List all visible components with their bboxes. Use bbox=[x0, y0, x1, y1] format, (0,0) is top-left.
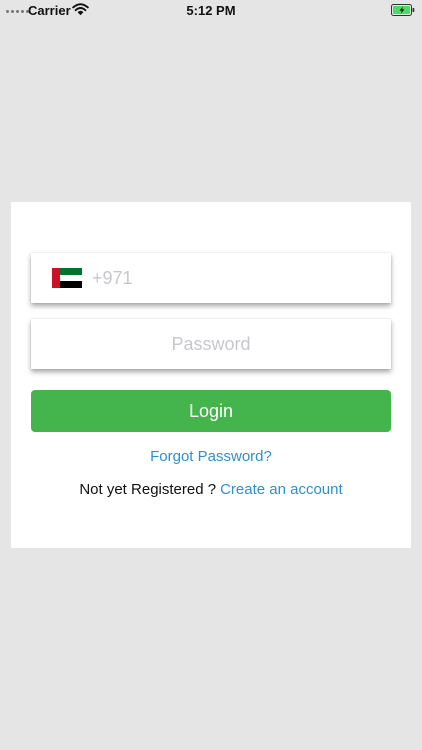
not-registered-text: Not yet Registered ? bbox=[79, 481, 217, 498]
flag-red-band bbox=[52, 268, 60, 288]
password-input[interactable] bbox=[31, 319, 391, 369]
password-field bbox=[31, 319, 391, 369]
login-button[interactable]: Login bbox=[31, 390, 391, 432]
create-account-link[interactable]: Create an account bbox=[220, 481, 343, 498]
status-bar: Carrier 5:12 PM bbox=[0, 0, 422, 22]
register-row: Not yet Registered ? Create an account bbox=[11, 481, 411, 498]
battery-charging-icon bbox=[391, 4, 415, 16]
forgot-password-link[interactable]: Forgot Password? bbox=[11, 448, 411, 465]
phone-input[interactable] bbox=[92, 253, 372, 303]
status-time: 5:12 PM bbox=[186, 3, 236, 18]
login-card: Login Forgot Password? Not yet Registere… bbox=[11, 202, 411, 548]
uae-flag-icon[interactable] bbox=[52, 268, 82, 289]
phone-field bbox=[31, 253, 391, 303]
